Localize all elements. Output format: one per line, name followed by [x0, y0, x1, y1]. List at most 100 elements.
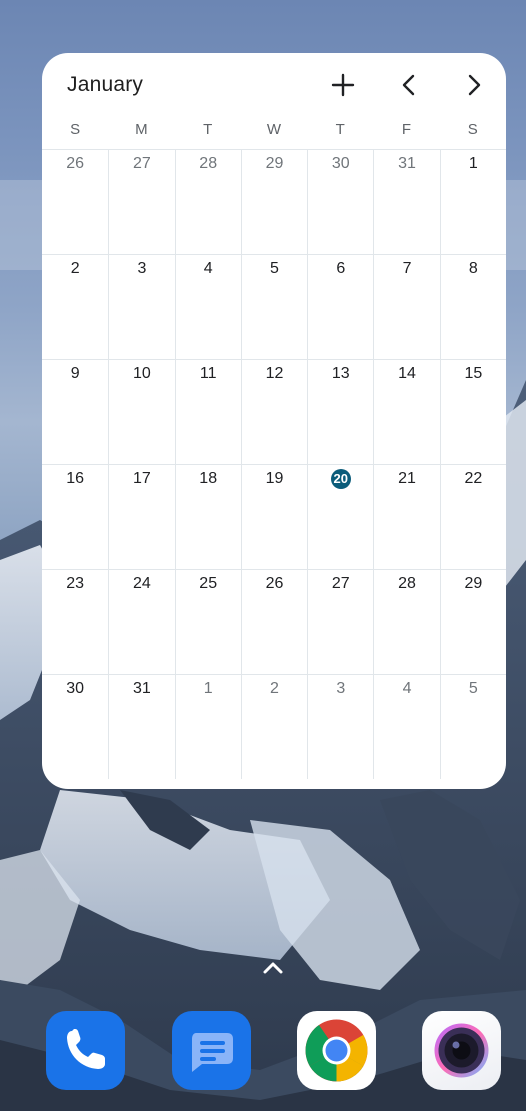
day-cell[interactable]: 29	[240, 149, 308, 254]
day-cell[interactable]: 10	[108, 359, 175, 464]
month-title[interactable]: January	[67, 73, 143, 97]
day-number: 23	[66, 575, 85, 592]
day-number: 15	[464, 365, 483, 382]
day-cell[interactable]: 2	[240, 674, 308, 779]
day-number: 24	[133, 575, 151, 592]
day-cell[interactable]: 31	[373, 149, 440, 254]
day-cell[interactable]: 11	[174, 359, 241, 464]
day-cell[interactable]: 27	[307, 569, 374, 674]
day-number: 7	[402, 260, 412, 277]
day-number: 30	[331, 155, 350, 172]
day-number: 3	[137, 260, 147, 277]
day-cell[interactable]: 8	[439, 254, 506, 359]
day-cell[interactable]: 19	[240, 464, 308, 569]
day-number: 11	[199, 365, 217, 382]
day-cell[interactable]: 25	[174, 569, 241, 674]
day-cell[interactable]: 23	[42, 569, 109, 674]
day-cell[interactable]: 15	[439, 359, 506, 464]
day-cell[interactable]: 14	[373, 359, 440, 464]
day-number: 4	[402, 680, 412, 697]
day-cell[interactable]: 7	[373, 254, 440, 359]
day-cell[interactable]: 28	[373, 569, 440, 674]
camera-icon	[434, 1023, 489, 1078]
day-cell-today[interactable]: 20	[307, 464, 374, 569]
day-number: 29	[265, 155, 284, 172]
day-cell[interactable]: 29	[439, 569, 506, 674]
day-number: 25	[199, 575, 218, 592]
day-cell[interactable]: 4	[373, 674, 440, 779]
day-number: 27	[133, 155, 151, 172]
day-number: 5	[270, 260, 279, 277]
day-number: 12	[265, 365, 284, 382]
day-cell[interactable]: 6	[307, 254, 374, 359]
day-cell[interactable]: 5	[439, 674, 506, 779]
weekday-label: F	[401, 121, 412, 138]
day-cell[interactable]: 21	[373, 464, 440, 569]
day-cell[interactable]: 18	[174, 464, 241, 569]
day-number: 26	[66, 155, 85, 172]
day-cell[interactable]: 3	[108, 254, 175, 359]
day-number: 18	[199, 470, 218, 487]
day-cell[interactable]: 31	[108, 674, 175, 779]
day-cell[interactable]: 12	[240, 359, 308, 464]
add-event-button[interactable]	[325, 67, 361, 103]
day-cell[interactable]: 24	[108, 569, 175, 674]
day-cell[interactable]: 1	[174, 674, 241, 779]
chevron-right-icon	[468, 74, 481, 96]
phone-icon	[67, 1029, 105, 1069]
weekday-label: T	[203, 121, 213, 138]
messages-app-icon[interactable]	[172, 1011, 251, 1090]
day-number: 3	[336, 680, 346, 697]
day-cell[interactable]: 17	[108, 464, 175, 569]
day-number: 19	[265, 470, 284, 487]
calendar-header: January	[42, 53, 506, 117]
day-cell[interactable]: 26	[240, 569, 308, 674]
day-number: 5	[468, 680, 478, 697]
phone-app-icon[interactable]	[46, 1011, 125, 1090]
day-cell[interactable]: 27	[108, 149, 175, 254]
day-number: 1	[203, 680, 213, 697]
day-number: 31	[133, 680, 151, 697]
day-number: 29	[464, 575, 483, 592]
day-cell[interactable]: 28	[174, 149, 241, 254]
day-cell[interactable]: 30	[307, 149, 374, 254]
day-cell[interactable]: 16	[42, 464, 109, 569]
day-number: 21	[398, 470, 416, 487]
day-number: 6	[336, 260, 346, 277]
day-number: 9	[70, 365, 80, 382]
month-grid: 26 27 28 29 30 31 1 2 3 4 5 6 7 8 9 10 1…	[42, 149, 506, 789]
today-indicator: 20	[330, 469, 351, 489]
day-cell[interactable]: 2	[42, 254, 109, 359]
weekday-header-row: S M T W T F S	[42, 119, 506, 149]
app-drawer-handle[interactable]	[260, 958, 286, 978]
day-cell[interactable]: 1	[439, 149, 506, 254]
next-month-button[interactable]	[456, 67, 492, 103]
day-cell[interactable]: 13	[307, 359, 374, 464]
day-number: 2	[270, 680, 279, 697]
calendar-widget[interactable]: January S M T W T F S 26 27 28 29 30 31 …	[42, 53, 506, 789]
day-cell[interactable]: 26	[42, 149, 109, 254]
day-cell[interactable]: 9	[42, 359, 109, 464]
day-number: 27	[331, 575, 350, 592]
day-number: 4	[203, 260, 213, 277]
chrome-icon	[305, 1019, 368, 1082]
day-cell[interactable]: 30	[42, 674, 109, 779]
day-cell[interactable]: 5	[240, 254, 308, 359]
day-number: 16	[66, 470, 85, 487]
chrome-app-icon[interactable]	[297, 1011, 376, 1090]
camera-app-icon[interactable]	[422, 1011, 501, 1090]
chevron-left-icon	[402, 74, 415, 96]
weekday-label: W	[266, 121, 282, 138]
day-cell[interactable]: 4	[174, 254, 241, 359]
chevron-up-icon	[263, 962, 283, 974]
day-cell[interactable]: 3	[307, 674, 374, 779]
weekday-label: S	[467, 121, 478, 138]
day-cell[interactable]: 22	[439, 464, 506, 569]
day-number: 30	[66, 680, 85, 697]
day-number: 8	[468, 260, 478, 277]
day-number: 17	[133, 470, 151, 487]
day-number: 1	[468, 155, 478, 172]
day-number: 28	[199, 155, 218, 172]
previous-month-button[interactable]	[391, 67, 427, 103]
day-number: 2	[70, 260, 80, 277]
